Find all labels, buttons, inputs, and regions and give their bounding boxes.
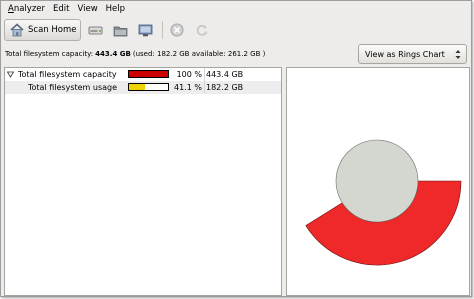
capacity-detail: (used: 182.2 GB available: 261.2 GB ) xyxy=(132,50,266,58)
rings-chart-pane xyxy=(286,67,470,296)
scan-folder-button[interactable] xyxy=(109,19,131,41)
usage-bar xyxy=(128,70,169,78)
usage-bar xyxy=(128,83,169,91)
expander-down-icon[interactable] xyxy=(7,71,14,78)
column-divider xyxy=(204,68,205,81)
menu-analyzer[interactable]: Analyzer xyxy=(4,1,49,17)
view-mode-combo[interactable]: View as Rings Chart xyxy=(358,44,467,64)
row-percent: 41.1 % xyxy=(174,83,202,92)
capacity-value: 443.4 GB xyxy=(95,50,131,58)
usage-bar-fill xyxy=(129,84,146,90)
tree-row[interactable]: Total filesystem usage 41.1 % 182.2 GB xyxy=(5,81,281,94)
scan-remote-folder-button[interactable] xyxy=(134,19,156,41)
usage-bar-fill xyxy=(129,71,168,77)
view-mode-selected: View as Rings Chart xyxy=(365,49,445,59)
row-name: Total filesystem capacity xyxy=(18,70,117,79)
toolbar: Scan Home xyxy=(1,17,471,43)
combo-arrows-icon xyxy=(455,50,461,59)
home-icon xyxy=(10,23,24,37)
capacity-info-bar: Total filesystem capacity: 443.4 GB (use… xyxy=(1,43,471,65)
refresh-button[interactable] xyxy=(191,19,213,41)
drive-icon xyxy=(88,26,103,34)
refresh-icon xyxy=(197,24,208,36)
network-folder-icon xyxy=(138,24,153,36)
toolbar-separator xyxy=(162,21,164,39)
stop-icon xyxy=(170,23,184,37)
ring-center-node[interactable] xyxy=(335,139,419,223)
row-name: Total filesystem usage xyxy=(28,83,118,92)
capacity-prefix: Total filesystem capacity: xyxy=(5,50,94,58)
baobab-window: Analyzer Edit View Help Scan Home Total … xyxy=(0,0,472,297)
scan-home-label: Scan Home xyxy=(28,25,77,35)
folder-icon xyxy=(113,26,128,36)
menu-help[interactable]: Help xyxy=(102,1,129,17)
row-size: 182.2 GB xyxy=(206,83,244,92)
menubar: Analyzer Edit View Help xyxy=(1,1,471,17)
scan-filesystem-button[interactable] xyxy=(84,19,106,41)
tree-row[interactable]: Total filesystem capacity 100 % 443.4 GB xyxy=(5,68,281,81)
filesystem-tree[interactable]: Total filesystem capacity 100 % 443.4 GB… xyxy=(4,67,282,296)
menu-analyzer-rest: nalyzer xyxy=(13,4,46,14)
column-divider xyxy=(204,81,205,94)
menu-edit[interactable]: Edit xyxy=(49,1,73,17)
rings-chart[interactable] xyxy=(287,68,469,295)
stop-button[interactable] xyxy=(166,19,188,41)
menu-view[interactable]: View xyxy=(73,1,101,17)
scan-home-button[interactable]: Scan Home xyxy=(4,19,82,41)
row-size: 443.4 GB xyxy=(206,70,244,79)
row-percent: 100 % xyxy=(176,70,202,79)
